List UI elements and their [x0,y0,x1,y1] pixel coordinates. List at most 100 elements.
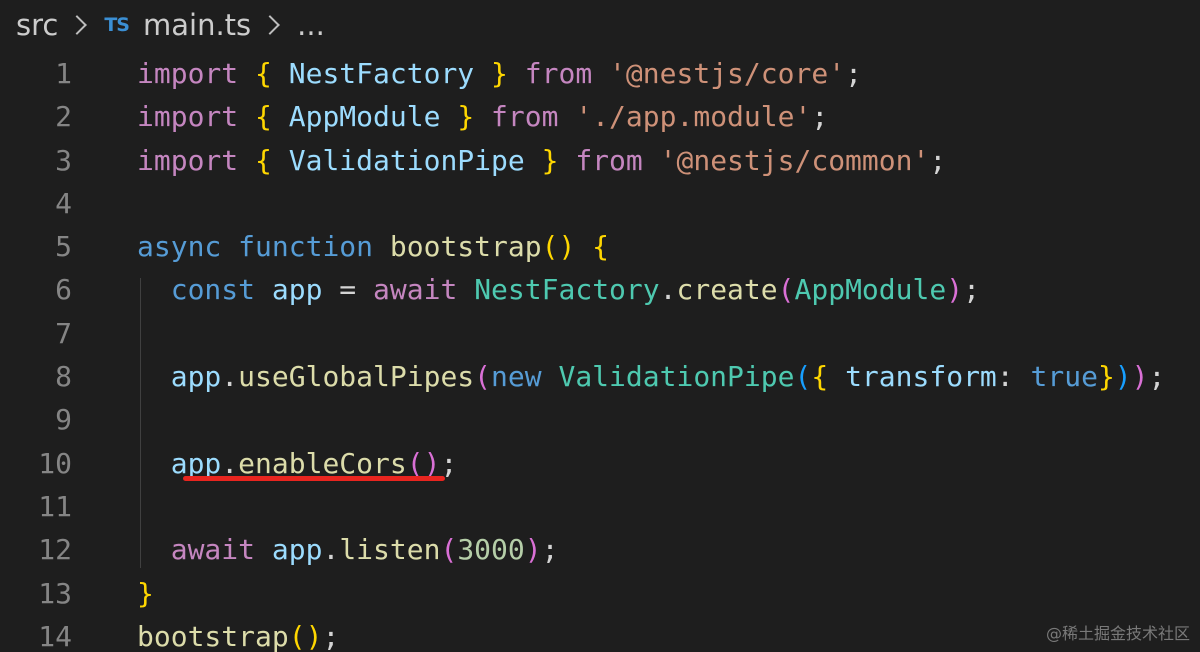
code-token: () [406,446,441,480]
code-line[interactable]: 7 [0,312,1200,355]
code-line[interactable]: 11 [0,485,1200,528]
code-token: await [170,533,256,567]
code-token: ; [1148,360,1166,394]
typescript-file-icon: TS [104,14,130,36]
code-line[interactable]: 5 async function bootstrap() { [0,225,1200,268]
line-number: 1 [55,57,72,90]
code-token: './app.module' [575,100,812,134]
code-line[interactable]: 9 [0,398,1200,441]
code-token: ; [929,143,947,177]
code-line[interactable]: 6 const app = await NestFactory.create(A… [0,268,1200,311]
code-token: ValidationPipe [288,143,525,177]
code-token: AppModule [288,100,441,134]
line-number: 12 [38,533,72,567]
breadcrumb-file[interactable]: main.ts [143,8,251,42]
code-token: } [457,100,475,134]
breadcrumb: src TS main.ts ... [0,0,1200,50]
code-line[interactable]: 1 import { NestFactory } from '@nestjs/co… [0,52,1200,95]
code-token: NestFactory [474,273,660,307]
code-text: } [137,572,154,615]
code-line[interactable]: 13} [0,572,1200,615]
watermark: @稀土掘金技术社区 [1045,624,1190,643]
code-token: () [541,230,576,264]
code-line[interactable]: 14 bootstrap(); [0,615,1200,652]
code-token: ; [963,273,980,307]
code-token: } [137,576,154,610]
code-token: true [1030,360,1098,394]
line-number: 11 [38,489,72,523]
code-text: const app = await NestFactory.create(App… [137,268,980,311]
code-line[interactable]: 8 app.useGlobalPipes(new ValidationPipe(… [0,355,1200,398]
code-token: . [221,446,239,480]
code-line[interactable]: 3 import { ValidationPipe } from '@nestjs… [0,139,1200,182]
code-token: ValidationPipe [558,360,795,394]
code-token: ; [440,446,458,480]
chevron-right-icon [260,15,281,35]
code-token: '@nestjs/common' [659,143,930,177]
line-number: 6 [55,273,72,307]
code-token: } [1097,360,1115,394]
line-number: 7 [55,316,72,350]
code-text: import { AppModule } from './app.module'… [137,95,828,138]
code-token: . [322,533,340,567]
code-line[interactable]: 4 [0,182,1200,225]
code-token: await [373,273,458,307]
code-token: () [288,619,323,652]
breadcrumb-more[interactable]: ... [297,8,325,42]
code-token: : [996,360,1031,394]
code-line[interactable]: 12 await app.listen(3000); [0,528,1200,571]
code-token: import [137,57,239,90]
code-editor[interactable]: src TS main.ts ... 1 import { NestFactory… [0,0,1200,652]
code-text: import { ValidationPipe } from '@nestjs/… [137,139,946,182]
code-token: ; [845,57,862,90]
code-token: async [137,230,222,264]
code-token: app [170,446,222,480]
code-token: } [541,143,559,177]
code-lines[interactable]: 1 import { NestFactory } from '@nestjs/co… [0,52,1200,652]
line-number: 3 [55,143,72,177]
code-token: app [271,273,323,307]
code-token: create [676,273,778,307]
code-token: ) [1114,360,1132,394]
code-token: app [271,533,323,567]
code-line[interactable]: 10 app.enableCors(); [0,442,1200,485]
breadcrumb-folder[interactable]: src [16,8,58,42]
line-number: 5 [55,230,72,264]
code-token: { [255,57,272,90]
code-text: import { NestFactory } from '@nestjs/cor… [137,52,862,95]
line-number: 10 [38,446,72,480]
code-text: app.useGlobalPipes(new ValidationPipe({ … [137,355,1166,398]
chevron-right-icon [67,15,88,35]
code-text: await app.listen(3000); [137,528,559,571]
code-token: = [322,273,374,307]
code-token: ) [524,533,542,567]
code-token: NestFactory [288,57,475,90]
code-line[interactable]: 2 import { AppModule } from './app.module… [0,95,1200,138]
code-text: bootstrap(); [137,615,339,652]
line-number: 13 [38,576,72,610]
line-number: 9 [55,403,72,437]
code-text: async function bootstrap() { [137,225,609,268]
code-token: ) [1131,360,1149,394]
line-number: 2 [55,100,72,134]
code-token: '@nestjs/core' [609,57,846,90]
code-token: from [524,57,593,90]
code-token: import [137,143,239,177]
code-token: } [491,57,508,90]
line-number: 14 [38,619,72,652]
code-token: function [238,230,374,264]
